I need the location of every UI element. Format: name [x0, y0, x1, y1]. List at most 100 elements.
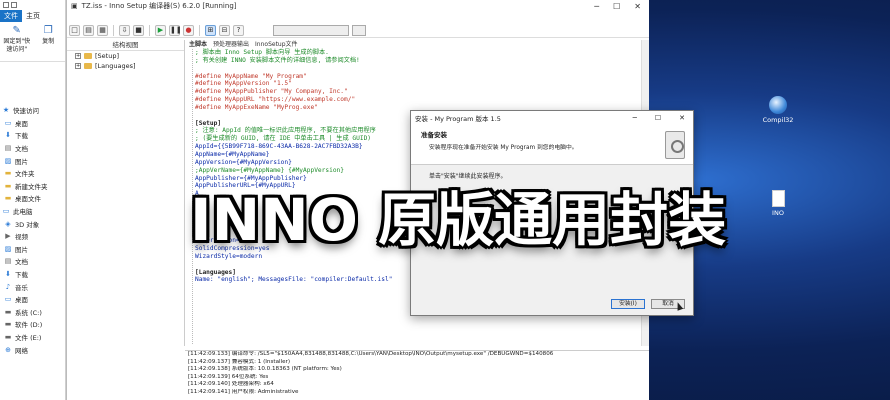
new-file-icon[interactable]: □ [69, 25, 80, 36]
close-icon[interactable]: ✕ [634, 2, 641, 11]
inno-compiler-icon [769, 96, 787, 114]
nav-item-label: 文档 [15, 258, 28, 267]
close-icon[interactable]: ✕ [679, 114, 685, 122]
target-uninstall-icon[interactable]: ⊟ [219, 25, 230, 36]
folder-icon [84, 53, 92, 59]
pin-quick-access-button[interactable]: ✎ 固定到"快速访问" [2, 25, 32, 58]
dialog-titlebar: 安装 - My Program 版本 1.5 ─ ☐ ✕ [411, 111, 693, 125]
nav-item-label: 文件夹 [15, 170, 35, 179]
nav-item-label: 3D 对象 [15, 220, 40, 229]
tree-node-languages[interactable]: + [Languages] [67, 61, 184, 71]
nav-item[interactable]: ▭ 桌面 [0, 117, 66, 130]
nav-item-label: 快速访问 [13, 107, 39, 116]
nav-item-label: 桌面 [15, 119, 28, 128]
minimize-icon[interactable]: ─ [633, 114, 637, 122]
nav-item[interactable]: ▬ 桌面文件 [0, 192, 66, 205]
nav-item-label: 桌面文件 [15, 195, 41, 204]
video-icon: ▶ [5, 232, 11, 241]
nav-item-label: 文档 [15, 145, 28, 154]
drive-icon: ▬ [4, 320, 12, 329]
nav-item[interactable]: ▤ 文档 [0, 142, 66, 155]
nav-item[interactable]: ★ 快速访问 [0, 104, 66, 117]
target-setup-icon[interactable]: ⊞ [205, 25, 216, 36]
quick-access-toolbar-icon[interactable] [3, 2, 9, 8]
nav-item[interactable]: ⬇ 下载 [0, 268, 66, 281]
nav-item[interactable]: ▬ 系统 (C:) [0, 306, 66, 319]
save-icon[interactable]: ▦ [97, 25, 108, 36]
tab-preprocessor-output[interactable]: 预处理器输出 [211, 40, 251, 49]
folder-icon: ▬ [4, 194, 12, 203]
code-line: #define MyAppPublisher "My Company, Inc.… [195, 88, 348, 96]
log-line: [11:42:09.141] 用户权限: Administrative [188, 388, 299, 395]
pause-icon[interactable]: ❚❚ [169, 25, 182, 36]
nav-item[interactable]: ⬇ 下载 [0, 129, 66, 142]
dialog-buttons: 安装(I) 取消 [611, 299, 685, 309]
tab-inno-file[interactable]: InnoSetup文件 [253, 40, 300, 49]
ribbon-tabs: 文件 主页 [0, 10, 65, 22]
open-folder-icon[interactable]: ▤ [83, 25, 94, 36]
dropdown-arrow-icon[interactable] [352, 25, 366, 36]
code-line: ; 脚本由 Inno Setup 脚本向导 生成的脚本. [195, 49, 329, 56]
nav-item[interactable]: ▬ 软件 (D:) [0, 318, 66, 331]
tab-main-script[interactable]: 主脚本 [187, 40, 209, 49]
copy-icon: ❐ [43, 25, 53, 36]
compile-icon[interactable]: ⇩ [119, 25, 130, 36]
code-line: ; 有关创建 INNO 安装脚本文件的详细信息, 请参阅文档! [195, 56, 360, 64]
debug-output-log: [11:42:09.133] 编译命令: /SL5="$150AA4,83148… [185, 350, 649, 400]
pin-icon: ✎ [12, 25, 21, 36]
nav-item-label: 下载 [15, 271, 28, 280]
menu-bar [67, 12, 649, 24]
tab-file[interactable]: 文件 [0, 10, 22, 22]
install-button[interactable]: 安装(I) [611, 299, 645, 309]
star-icon: ★ [2, 106, 10, 115]
target-dropdown[interactable] [273, 25, 349, 36]
nav-item[interactable]: ▬ 文件夹 [0, 167, 66, 180]
inno-app-icon: ▣ [71, 2, 78, 10]
file-icon [771, 190, 785, 207]
wizard-body-text: 单击"安装"继续此安装程序。 [429, 173, 507, 180]
nav-item[interactable]: ▭ 此电脑 [0, 205, 66, 218]
maximize-icon[interactable]: ☐ [655, 114, 661, 122]
nav-item[interactable]: ◈ 3D 对象 [0, 217, 66, 230]
nav-item-label: 此电脑 [13, 208, 33, 217]
copy-button[interactable]: ❐ 复制 [34, 25, 64, 58]
picture-icon: ▨ [4, 244, 12, 253]
nav-item[interactable]: ⊕ 网络 [0, 343, 66, 356]
stop-compile-icon[interactable]: ■ [133, 25, 144, 36]
run-icon[interactable]: ▶ [155, 25, 166, 36]
desktop-icon: ▭ [4, 118, 12, 127]
nav-item[interactable]: ♪ 音乐 [0, 280, 66, 293]
minimize-icon[interactable]: ─ [594, 2, 599, 11]
help-icon[interactable]: ? [233, 25, 244, 36]
nav-item[interactable]: ▬ 文件 (E:) [0, 331, 66, 344]
terminate-icon[interactable]: ● [183, 25, 194, 36]
toolbar-separator [149, 25, 150, 36]
tab-home[interactable]: 主页 [22, 10, 44, 22]
nav-item[interactable]: ▭ 桌面 [0, 293, 66, 306]
structure-tree-pane: 结构视图 + [Setup] + [Languages] [67, 40, 185, 346]
nav-item[interactable]: ▤ 文档 [0, 255, 66, 268]
log-line: [11:42:09.133] 编译命令: /SL5="$150AA4,83148… [188, 351, 554, 357]
expand-icon[interactable]: + [75, 63, 81, 69]
code-line: #define MyAppVersion "1.5" [195, 80, 292, 88]
nav-item[interactable]: ▨ 图片 [0, 154, 66, 167]
maximize-icon[interactable]: ☐ [613, 2, 620, 11]
folder-icon: ▬ [4, 169, 12, 178]
ribbon-button-label: 复制 [42, 38, 55, 45]
compil32-desktop-icon[interactable]: Compil32 [756, 96, 800, 124]
quick-access-toolbar-icon[interactable] [11, 2, 17, 8]
tree-header: 结构视图 [67, 40, 184, 51]
nav-item[interactable]: ▶ 视频 [0, 230, 66, 243]
nav-item[interactable]: ▨ 图片 [0, 243, 66, 256]
nav-item[interactable]: ▬ 新建文件夹 [0, 180, 66, 193]
expand-icon[interactable]: + [75, 53, 81, 59]
wizard-header: 准备安装 安装程序现在准备开始安装 My Program 到您的电脑中。 [411, 125, 693, 165]
ino-folder-desktop-icon[interactable]: INO [756, 190, 800, 217]
log-line: [11:42:09.140] 处理器架构: x64 [188, 381, 274, 387]
download-icon: ⬇ [5, 131, 11, 140]
tree-node-setup[interactable]: + [Setup] [67, 51, 184, 61]
folder-icon [84, 63, 92, 69]
log-line: [11:42:09.138] 系统版本: 10.0.18363 (NT plat… [188, 366, 342, 372]
window-title: TZ.iss - Inno Setup 编译器(S) 6.2.0 [Runnin… [81, 2, 237, 10]
tree-node-label: [Setup] [95, 52, 119, 60]
